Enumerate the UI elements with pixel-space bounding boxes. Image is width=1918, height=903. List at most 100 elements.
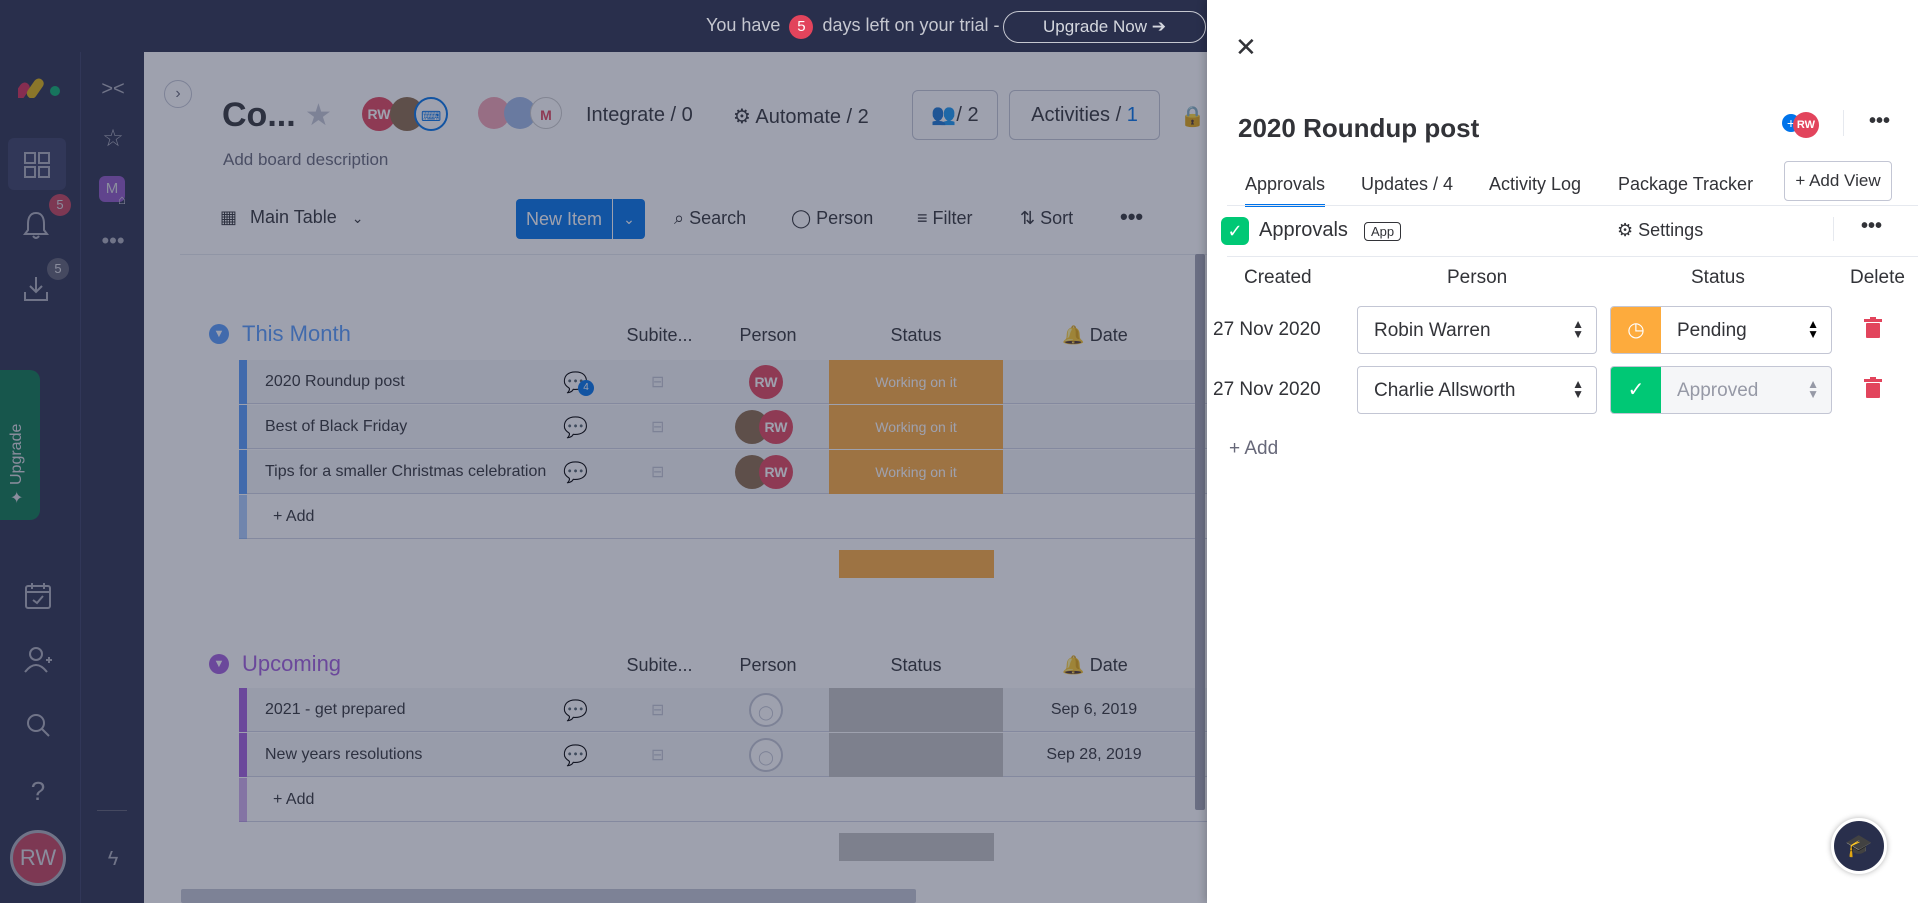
col-date[interactable]: 🔔 Date — [1030, 325, 1160, 346]
search-button[interactable]: ⌕ Search — [674, 208, 746, 229]
user-avatar[interactable]: RW — [10, 830, 66, 886]
status-cell[interactable] — [829, 688, 1003, 732]
table-row[interactable]: 2021 - get prepared 💬 ⊟ ◯ Sep 6, 2019 — [239, 688, 1207, 732]
board-description[interactable]: Add board description — [223, 150, 388, 170]
vertical-scrollbar[interactable] — [1195, 254, 1205, 810]
collapse-icon[interactable]: >< — [99, 78, 127, 101]
status-cell[interactable]: Working on it — [829, 405, 1003, 449]
person-select[interactable]: Robin Warren ▲ ▼ — [1357, 306, 1597, 354]
group-collapse-icon[interactable]: ▼ — [209, 324, 229, 344]
tab-activity-log[interactable]: Activity Log — [1489, 174, 1581, 195]
date-cell[interactable]: Sep 28, 2019 — [1029, 746, 1159, 764]
person-filter-button[interactable]: ◯ Person — [791, 208, 873, 229]
trash-icon[interactable] — [1864, 317, 1882, 339]
status-cell[interactable]: Working on it — [829, 450, 1003, 494]
status-cell[interactable] — [829, 733, 1003, 777]
date-cell[interactable]: Sep 6, 2019 — [1029, 701, 1159, 719]
table-row[interactable]: Best of Black Friday 💬 ⊟ RW Working on i… — [239, 405, 1207, 449]
upgrade-side-tab[interactable]: Upgrade ✦ — [0, 370, 40, 520]
person-avatar[interactable]: RW — [759, 455, 793, 489]
notifications-button[interactable] — [22, 210, 52, 240]
members-button[interactable]: 👥/ 2 — [912, 90, 998, 140]
new-item-button[interactable]: New Item ⌄ — [516, 199, 645, 239]
subitems-icon[interactable]: ⊟ — [651, 372, 664, 392]
new-item-dropdown-icon[interactable]: ⌄ — [612, 199, 645, 239]
person-avatar[interactable]: RW — [759, 410, 793, 444]
learning-center-button[interactable]: 🎓 — [1831, 818, 1887, 874]
status-cell[interactable]: Working on it — [829, 360, 1003, 404]
col-status[interactable]: Status — [829, 325, 1003, 346]
col-date[interactable]: 🔔 Date — [1030, 655, 1160, 676]
tab-package-tracker[interactable]: Package Tracker — [1618, 174, 1753, 195]
table-row[interactable]: New years resolutions 💬 ⊟ ◯ Sep 28, 2019 — [239, 733, 1207, 777]
tab-approvals[interactable]: Approvals — [1245, 174, 1326, 207]
group-title-upcoming[interactable]: Upcoming — [242, 651, 341, 677]
status-select[interactable]: ◷ Pending ▲ ▼ — [1610, 306, 1832, 354]
group-title-this-month[interactable]: This Month — [242, 321, 351, 347]
inbox-button[interactable] — [22, 274, 52, 304]
item-more-icon[interactable]: ••• — [1869, 110, 1890, 133]
integrate-button[interactable]: Integrate / 0 — [586, 104, 693, 127]
invite-members-icon[interactable] — [24, 646, 54, 674]
tab-updates[interactable]: Updates / 4 — [1361, 174, 1453, 195]
settings-button[interactable]: ⚙ Settings — [1617, 220, 1703, 241]
add-item-row[interactable]: + Add — [239, 778, 1207, 822]
updates-bubble-icon[interactable]: 💬 — [563, 698, 588, 723]
add-item-label[interactable]: + Add — [273, 508, 314, 526]
item-title[interactable]: 2020 Roundup post — [1238, 113, 1479, 144]
nav-work-management[interactable] — [8, 138, 66, 190]
lock-icon[interactable]: 🔒 — [1180, 104, 1205, 129]
empty-person-icon[interactable]: ◯ — [749, 693, 783, 727]
empty-person-icon[interactable]: ◯ — [749, 738, 783, 772]
subitems-icon[interactable]: ⊟ — [651, 462, 664, 482]
person-avatar[interactable]: RW — [749, 365, 783, 399]
status-select[interactable]: ✓ Approved ▲ ▼ — [1610, 366, 1832, 414]
group-collapse-icon[interactable]: ▼ — [209, 654, 229, 674]
col-status[interactable]: Status — [829, 655, 1003, 676]
filter-button[interactable]: ≡ Filter — [917, 208, 973, 229]
automate-button[interactable]: ⚙ Automate / 2 — [733, 104, 869, 129]
person-select[interactable]: Charlie Allsworth ▲ ▼ — [1357, 366, 1597, 414]
board-subscriber-icon[interactable]: ⌨ — [414, 97, 448, 131]
add-item-label[interactable]: + Add — [273, 791, 314, 809]
expand-sidebar-button[interactable]: › — [164, 80, 192, 108]
bolt-icon[interactable]: ϟ — [99, 848, 127, 871]
activities-button[interactable]: Activities / 1 — [1009, 90, 1160, 140]
help-icon[interactable]: ? — [24, 776, 52, 807]
item-name[interactable]: Best of Black Friday — [265, 418, 407, 436]
item-name[interactable]: New years resolutions — [265, 746, 422, 764]
favorite-star-icon[interactable]: ★ — [305, 98, 332, 133]
col-person[interactable]: Person — [708, 655, 828, 676]
subitems-icon[interactable]: ⊟ — [651, 745, 664, 765]
more-dots-icon[interactable]: ••• — [99, 228, 127, 254]
add-approval-button[interactable]: + Add — [1229, 438, 1278, 460]
app-more-icon[interactable]: ••• — [1861, 215, 1882, 238]
subitems-icon[interactable]: ⊟ — [651, 700, 664, 720]
board-title[interactable]: Co... — [222, 96, 296, 135]
item-name[interactable]: 2021 - get prepared — [265, 701, 406, 719]
add-view-button[interactable]: + Add View — [1784, 161, 1892, 201]
updates-bubble-icon[interactable]: 💬 — [563, 460, 588, 485]
table-row[interactable]: 2020 Roundup post 💬 4 ⊟ RW Working on it — [239, 360, 1207, 404]
add-item-row[interactable]: + Add — [239, 495, 1207, 539]
trash-icon[interactable] — [1864, 377, 1882, 399]
table-row[interactable]: Tips for a smaller Christmas celebration… — [239, 450, 1207, 494]
item-name[interactable]: 2020 Roundup post — [265, 373, 405, 391]
horizontal-scrollbar[interactable] — [181, 889, 916, 903]
close-icon[interactable]: ✕ — [1235, 32, 1257, 63]
item-name[interactable]: Tips for a smaller Christmas celebration — [265, 463, 546, 481]
more-options-icon[interactable]: ••• — [1120, 204, 1143, 230]
updates-bubble-icon[interactable]: 💬 — [563, 415, 588, 440]
my-work-calendar-icon[interactable] — [24, 582, 52, 610]
col-subitems[interactable]: Subite... — [617, 655, 702, 676]
star-icon[interactable]: ☆ — [99, 124, 127, 153]
search-icon[interactable] — [25, 712, 51, 738]
subitems-icon[interactable]: ⊟ — [651, 417, 664, 437]
main-table-view-tab[interactable]: ▦ Main Table ⌄ — [220, 207, 364, 228]
upgrade-now-button[interactable]: Upgrade Now ➔ — [1003, 11, 1206, 43]
updates-bubble-icon[interactable]: 💬 — [563, 743, 588, 768]
sort-button[interactable]: ⇅ Sort — [1020, 208, 1073, 229]
col-person[interactable]: Person — [708, 325, 828, 346]
col-subitems[interactable]: Subite... — [617, 325, 702, 346]
subscriber-avatar[interactable]: RW — [1793, 112, 1819, 138]
